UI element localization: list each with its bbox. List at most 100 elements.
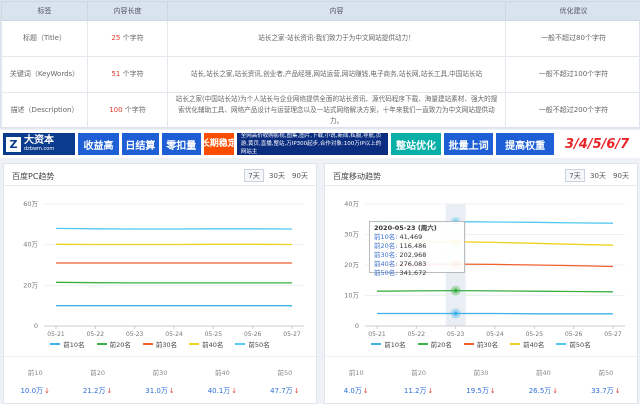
rank-stat-value: 40.1万↓ xyxy=(191,386,253,396)
down-arrow-icon: ↓ xyxy=(614,387,621,395)
x-tick-label: 05-23 xyxy=(126,331,144,338)
x-tick-label: 05-22 xyxy=(408,331,426,338)
row-length: 100 个字符 xyxy=(87,92,168,129)
row-advice: 一般不超过200个字符 xyxy=(505,92,640,129)
rank-stat-number: 21.2万 xyxy=(82,387,106,395)
hover-point[interactable] xyxy=(453,311,458,316)
tooltip-date: 2020-05-23 (周六) xyxy=(374,224,437,232)
pc-trend-chart[interactable]: 0 20万 40万 60万 05-21 05-22 05-23 05-24 05-25 05-26… xyxy=(4,186,316,338)
banner-item-batch-words[interactable]: 批量上词 xyxy=(444,133,493,155)
tab-90-days[interactable]: 90天 xyxy=(611,169,631,182)
tooltip-value: 341,672 xyxy=(399,269,427,277)
legend-swatch xyxy=(371,343,382,345)
legend-item[interactable]: 前20名 xyxy=(96,339,131,349)
legend-item[interactable]: 前10名 xyxy=(371,339,406,349)
chart-tooltip: 2020-05-23 (周六) 前10名: 41,469 前20名: 116,48… xyxy=(369,221,465,277)
legend-item[interactable]: 前40名 xyxy=(189,339,223,349)
rank-stat: 前10 4.0万↓ xyxy=(325,357,387,404)
legend-label: 前10名 xyxy=(384,341,406,349)
legend-item[interactable]: 前20名 xyxy=(417,339,452,349)
banner-item-high-income[interactable]: 收益高 xyxy=(78,133,119,155)
legend-swatch xyxy=(50,343,61,345)
banner-item-no-deduction[interactable]: 零扣量 xyxy=(161,133,201,155)
legend-swatch xyxy=(556,343,567,345)
row-label: 标题（Title） xyxy=(1,20,88,57)
rank-stat-number: 47.7万 xyxy=(270,387,293,395)
tooltip-label: 前20名: xyxy=(374,242,400,250)
char-unit: 个字符 xyxy=(122,34,144,42)
legend-label: 前50名 xyxy=(569,341,591,349)
banner-logo[interactable]: Z 大资本 dzbwm.com xyxy=(3,133,76,155)
tooltip-row: 前30名: 202,968 xyxy=(374,251,460,260)
legend-label: 前30名 xyxy=(155,341,178,349)
banner-item-weight-levels[interactable]: 3/4/5/6/7 xyxy=(557,133,637,155)
char-count: 25 xyxy=(111,34,121,42)
tooltip-value: 276,083 xyxy=(399,260,427,268)
down-arrow-icon: ↓ xyxy=(427,387,434,395)
legend-item[interactable]: 前10名 xyxy=(50,339,85,349)
y-tick-label: 40万 xyxy=(23,241,38,249)
row-advice: 一般不超过80个字符 xyxy=(505,20,640,57)
x-tick-label: 05-24 xyxy=(486,331,504,338)
y-tick-label: 0 xyxy=(355,322,359,330)
series-line[interactable] xyxy=(55,281,292,284)
y-tick-label: 40万 xyxy=(344,200,359,208)
legend-label: 前20名 xyxy=(430,341,452,349)
rank-stat-number: 40.1万 xyxy=(207,387,231,395)
table-row: 关键词（KeyWords） 51 个字符 站长,站长之家,站长资讯,创业者,产品… xyxy=(1,56,640,93)
legend-swatch xyxy=(142,343,153,345)
x-tick-label: 05-25 xyxy=(526,331,544,338)
row-length: 25 个字符 xyxy=(87,20,168,57)
tab-90-days[interactable]: 90天 xyxy=(290,169,310,182)
series-line[interactable] xyxy=(376,289,614,293)
tooltip-row: 前40名: 276,083 xyxy=(374,260,460,269)
x-tick-label: 05-26 xyxy=(244,331,262,338)
tab-7-days[interactable]: 7天 xyxy=(244,169,264,182)
down-arrow-icon: ↓ xyxy=(44,387,50,395)
banner-item-acquisition[interactable]: 全网高价收购影视,图集,图片,下载,小说,新闻,私服,导航,页游,黄页,直播,整… xyxy=(236,133,388,155)
x-tick-label: 05-23 xyxy=(447,331,465,338)
rank-stat-label: 前30 xyxy=(473,369,489,377)
y-tick-label: 20万 xyxy=(344,261,359,269)
rank-stat: 前30 31.0万↓ xyxy=(129,357,191,404)
hover-point[interactable] xyxy=(453,288,458,293)
seo-info-table: 标签 内容长度 内容 优化建议 标题（Title） 25 个字符 站长之家-站长… xyxy=(0,0,640,129)
banner-item-daily-settle[interactable]: 日结算 xyxy=(121,133,159,155)
logo-badge-icon: Z xyxy=(6,136,21,152)
legend-item[interactable]: 前40名 xyxy=(510,339,544,349)
rank-stat-label: 前20 xyxy=(90,369,105,377)
series-line[interactable] xyxy=(55,227,293,230)
legend-item[interactable]: 前30名 xyxy=(463,339,498,349)
range-tabs: 7天 30天 90天 xyxy=(565,169,631,182)
rank-stat: 前10 10.0万↓ xyxy=(4,357,66,404)
legend-item[interactable]: 前50名 xyxy=(556,339,591,349)
rank-stat-number: 33.7万 xyxy=(591,387,614,395)
y-tick-label: 30万 xyxy=(344,231,359,239)
tab-30-days[interactable]: 30天 xyxy=(588,169,608,182)
rank-stat-number: 31.0万 xyxy=(145,387,168,395)
x-tick-label: 05-21 xyxy=(368,331,386,338)
legend-item[interactable]: 前50名 xyxy=(235,339,270,349)
tooltip-value: 116,486 xyxy=(399,242,427,250)
logo-main: 大资本 xyxy=(24,135,54,146)
legend-item[interactable]: 前30名 xyxy=(142,339,178,349)
baidu-pc-trend-panel: 百度PC趋势 7天 30天 90天 0 20万 40万 60万 05-21 05-22 05… xyxy=(3,163,317,404)
banner-item-raise-weight[interactable]: 提高权重 xyxy=(495,133,555,155)
banner-item-stable[interactable]: 长期稳定 xyxy=(201,133,237,155)
rank-stat-number: 4.0万 xyxy=(343,387,362,395)
tab-7-days[interactable]: 7天 xyxy=(565,169,585,182)
legend-label: 前50名 xyxy=(248,341,270,349)
rank-stat-label: 前50 xyxy=(598,369,614,377)
ad-banner[interactable]: Z 大资本 dzbwm.com 收益高 日结算 零扣量 长期稳定 全网高价收购影… xyxy=(0,130,640,158)
down-arrow-icon: ↓ xyxy=(552,387,559,395)
rank-stat-label: 前30 xyxy=(152,369,168,377)
tooltip-label: 前40名: xyxy=(374,260,400,268)
legend-swatch xyxy=(417,343,428,345)
banner-item-site-optimize[interactable]: 整站优化 xyxy=(390,133,442,155)
char-count: 51 xyxy=(111,70,121,78)
legend-swatch xyxy=(96,343,107,345)
tab-30-days[interactable]: 30天 xyxy=(267,169,287,182)
legend-label: 前40名 xyxy=(202,341,224,349)
rank-stat-value: 21.2万↓ xyxy=(66,386,128,396)
legend-swatch xyxy=(510,343,521,345)
